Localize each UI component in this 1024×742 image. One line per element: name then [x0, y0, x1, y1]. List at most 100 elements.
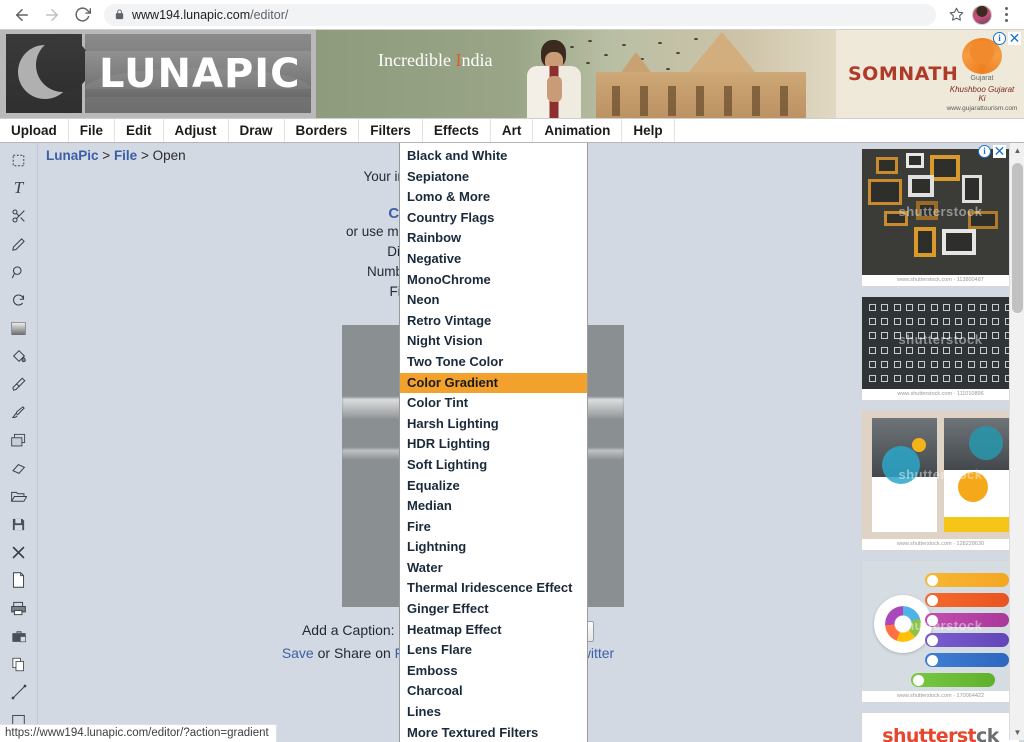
- shutterstock-logo-part-1: shutterst: [882, 725, 977, 742]
- filter-harsh-lighting[interactable]: Harsh Lighting: [400, 414, 587, 435]
- menu-adjust[interactable]: Adjust: [164, 119, 229, 142]
- gradient-tool[interactable]: [5, 317, 33, 339]
- ad-close-icon[interactable]: ✕: [1008, 31, 1021, 45]
- briefcase-tool[interactable]: [5, 625, 33, 647]
- filter-color-tint[interactable]: Color Tint: [400, 393, 587, 414]
- filter-night-vision[interactable]: Night Vision: [400, 331, 587, 352]
- sidebar-ad-info-icon[interactable]: i: [978, 145, 991, 158]
- filter-fire[interactable]: Fire: [400, 517, 587, 538]
- chrome-actions: [944, 3, 1016, 27]
- breadcrumb-root[interactable]: LunaPic: [46, 148, 99, 163]
- paint-bucket-tool[interactable]: [5, 345, 33, 367]
- infographic-image: shutterstock: [862, 561, 1019, 691]
- infographic-ad-credit: www.shutterstock.com · 170064422: [896, 693, 985, 699]
- menu-borders[interactable]: Borders: [285, 119, 360, 142]
- print-tool[interactable]: [5, 597, 33, 619]
- filter-black-and-white[interactable]: Black and White: [400, 146, 587, 167]
- forward-button[interactable]: [38, 1, 66, 29]
- page-viewport: LUNAPIC Incredible India SOMNATH Gujarat…: [0, 30, 1024, 742]
- brush-tool[interactable]: [5, 401, 33, 423]
- menu-upload[interactable]: Upload: [0, 119, 69, 142]
- donut-chart-graphic: [874, 595, 932, 653]
- shutterstock-logo-part-2: ck: [976, 725, 999, 742]
- filter-rainbow[interactable]: Rainbow: [400, 228, 587, 249]
- scroll-down-arrow[interactable]: ▼: [1010, 725, 1024, 740]
- text-tool[interactable]: T: [5, 177, 33, 199]
- filter-charcoal[interactable]: Charcoal: [400, 681, 587, 702]
- brochure-design-ad[interactable]: shutterstock www.shutterstock.com · 1282…: [861, 410, 1020, 551]
- eraser-tool[interactable]: [5, 457, 33, 479]
- filter-country-flags[interactable]: Country Flags: [400, 208, 587, 229]
- filter-water[interactable]: Water: [400, 558, 587, 579]
- picture-frames-ad-credit: www.shutterstock.com · 113800487: [897, 277, 984, 283]
- filter-negative[interactable]: Negative: [400, 249, 587, 270]
- scrollbar-thumb[interactable]: [1012, 163, 1023, 313]
- icon-set-ad[interactable]: shutterstock www.shutterstock.com · 1110…: [861, 296, 1020, 401]
- banner-advertisement[interactable]: Incredible India SOMNATH Gujarat Khushbo…: [316, 30, 1024, 118]
- filter-soft-lighting[interactable]: Soft Lighting: [400, 455, 587, 476]
- transparency-tool[interactable]: [5, 429, 33, 451]
- open-folder-tool[interactable]: [5, 485, 33, 507]
- filter-heatmap-effect[interactable]: Heatmap Effect: [400, 620, 587, 641]
- status-bar: https://www194.lunapic.com/editor/?actio…: [0, 724, 277, 742]
- url-text: www194.lunapic.com/editor/: [132, 8, 288, 22]
- filter-lightning[interactable]: Lightning: [400, 537, 587, 558]
- copy-tool[interactable]: [5, 653, 33, 675]
- menu-art[interactable]: Art: [491, 119, 534, 142]
- close-tool[interactable]: [5, 541, 33, 563]
- shutterstock-logo[interactable]: shutterst ck: [861, 712, 1020, 742]
- brochure-design-image: shutterstock: [862, 411, 1019, 539]
- page-scrollbar[interactable]: ▲ ▼: [1009, 143, 1024, 740]
- rotate-tool[interactable]: [5, 289, 33, 311]
- breadcrumb-section[interactable]: File: [114, 148, 137, 163]
- filter-equalize[interactable]: Equalize: [400, 476, 587, 497]
- filter-hdr-lighting[interactable]: HDR Lighting: [400, 434, 587, 455]
- filter-retro-vintage[interactable]: Retro Vintage: [400, 311, 587, 332]
- address-bar[interactable]: www194.lunapic.com/editor/: [104, 3, 936, 26]
- filter-lomo-and-more[interactable]: Lomo & More: [400, 187, 587, 208]
- lock-icon: [114, 9, 125, 20]
- picture-frames-ad[interactable]: shutterstock www.shutterstock.com · 1138…: [861, 148, 1020, 287]
- pencil-tool[interactable]: [5, 233, 33, 255]
- save-tool[interactable]: [5, 513, 33, 535]
- ad-info-icon[interactable]: i: [993, 32, 1006, 45]
- profile-avatar[interactable]: [972, 4, 992, 25]
- magnifier-tool[interactable]: [5, 261, 33, 283]
- filter-neon[interactable]: Neon: [400, 290, 587, 311]
- filter-lens-flare[interactable]: Lens Flare: [400, 640, 587, 661]
- brand-url: www.gujarattourism.com: [946, 105, 1018, 112]
- scissors-tool[interactable]: [5, 205, 33, 227]
- scroll-up-arrow[interactable]: ▲: [1010, 143, 1024, 158]
- filter-more-textured[interactable]: More Textured Filters: [400, 723, 587, 742]
- save-link[interactable]: Save: [282, 645, 314, 661]
- lunapic-logo[interactable]: LUNAPIC: [0, 30, 316, 118]
- menu-help[interactable]: Help: [622, 119, 675, 142]
- filter-emboss[interactable]: Emboss: [400, 661, 587, 682]
- filter-monochrome[interactable]: MonoChrome: [400, 270, 587, 291]
- menu-animation[interactable]: Animation: [533, 119, 623, 142]
- filter-thermal-iridescence[interactable]: Thermal Iridescence Effect: [400, 578, 587, 599]
- line-tool[interactable]: [5, 681, 33, 703]
- new-file-tool[interactable]: [5, 569, 33, 591]
- select-tool[interactable]: [5, 149, 33, 171]
- filter-ginger-effect[interactable]: Ginger Effect: [400, 599, 587, 620]
- menu-effects[interactable]: Effects: [423, 119, 491, 142]
- menu-file[interactable]: File: [69, 119, 116, 142]
- filter-lines[interactable]: Lines: [400, 702, 587, 723]
- breadcrumb-sep-1: >: [102, 148, 111, 163]
- eyedropper-tool[interactable]: [5, 373, 33, 395]
- filter-two-tone-color[interactable]: Two Tone Color: [400, 352, 587, 373]
- menu-filters[interactable]: Filters: [359, 119, 423, 142]
- filter-sepiatone[interactable]: Sepiatone: [400, 167, 587, 188]
- menu-draw[interactable]: Draw: [229, 119, 285, 142]
- reload-button[interactable]: [68, 1, 96, 29]
- brochure-design-ad-credit: www.shutterstock.com · 128228630: [896, 541, 985, 547]
- chrome-menu-icon[interactable]: [996, 3, 1016, 27]
- bookmark-star-icon[interactable]: [944, 3, 968, 27]
- back-button[interactable]: [8, 1, 36, 29]
- sidebar-ad-close-icon[interactable]: ✕: [993, 144, 1006, 158]
- menu-edit[interactable]: Edit: [115, 119, 164, 142]
- filter-median[interactable]: Median: [400, 496, 587, 517]
- filter-color-gradient[interactable]: Color Gradient: [400, 372, 587, 394]
- infographic-ad[interactable]: shutterstock www.shutterstock.com · 1700…: [861, 560, 1020, 703]
